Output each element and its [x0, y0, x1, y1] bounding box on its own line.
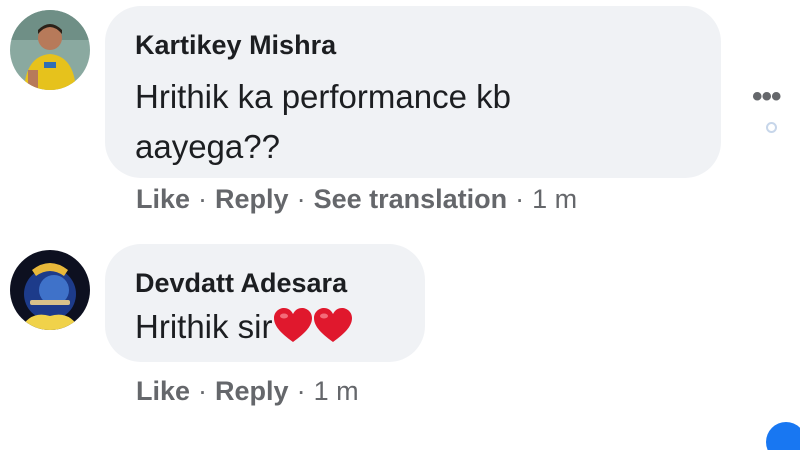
like-button[interactable]: Like	[136, 184, 190, 214]
comment-text: Hrithik ka performance kb aayega??	[135, 78, 511, 165]
timestamp[interactable]: 1 m	[314, 376, 359, 406]
comment-text-content: Hrithik sir	[135, 308, 273, 345]
reply-button[interactable]: Reply	[215, 376, 289, 406]
separator: ·	[296, 184, 306, 214]
comment-actions: Like · Reply · See translation · 1 m	[136, 184, 577, 215]
avatar[interactable]	[10, 250, 90, 330]
timestamp[interactable]: 1 m	[532, 184, 577, 214]
see-translation-button[interactable]: See translation	[314, 184, 508, 214]
red-heart-icon	[273, 308, 313, 358]
avatar[interactable]	[10, 10, 90, 90]
comment-actions: Like · Reply · 1 m	[136, 376, 359, 407]
separator: ·	[198, 376, 208, 406]
comment-bubble: Kartikey Mishra Hrithik ka performance k…	[105, 6, 721, 178]
separator: ·	[198, 184, 208, 214]
more-options-icon[interactable]: •••	[752, 80, 781, 114]
comments-thread: Kartikey Mishra Hrithik ka performance k…	[0, 0, 800, 450]
comment-author[interactable]: Kartikey Mishra	[135, 30, 336, 61]
red-heart-icon	[313, 308, 353, 358]
comment-bubble: Devdatt Adesara Hrithik sir	[105, 244, 425, 362]
reply-button[interactable]: Reply	[215, 184, 289, 214]
separator: ·	[296, 376, 306, 406]
comment-text: Hrithik sir	[135, 302, 353, 358]
comment-author[interactable]: Devdatt Adesara	[135, 268, 347, 299]
reaction-indicator-icon	[766, 122, 777, 133]
separator: ·	[515, 184, 525, 214]
like-button[interactable]: Like	[136, 376, 190, 406]
scroll-indicator-icon[interactable]	[766, 422, 800, 450]
